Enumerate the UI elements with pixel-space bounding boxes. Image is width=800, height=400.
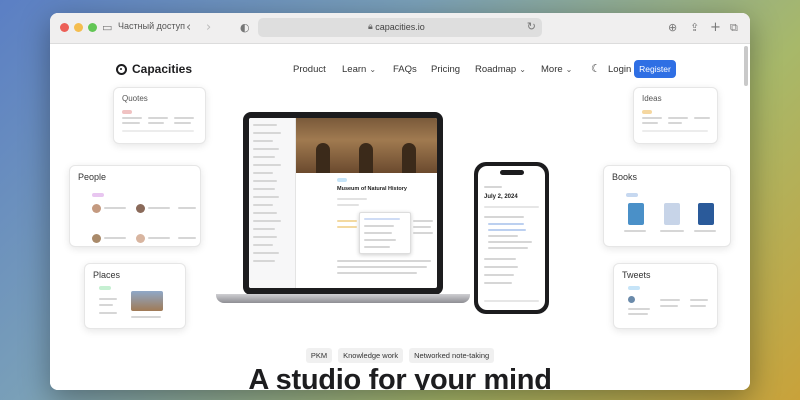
- mention-dropdown-preview: [359, 212, 411, 254]
- brand-logo[interactable]: Capacities: [116, 62, 192, 76]
- sidebar-icon[interactable]: ▭: [102, 19, 112, 37]
- nav-pricing[interactable]: Pricing: [431, 64, 460, 75]
- card-title: Quotes: [122, 94, 148, 103]
- dark-mode-moon-icon[interactable]: ☾: [591, 62, 601, 75]
- quotes-card: Quotes: [113, 87, 206, 144]
- laptop-app-screenshot: Museum of Natural History: [249, 118, 437, 288]
- close-window-button[interactable]: [60, 23, 69, 32]
- nav-product[interactable]: Product: [293, 64, 326, 75]
- laptop-mockup: Museum of Natural History: [243, 112, 443, 295]
- private-tab-label: Частный доступ: [118, 21, 185, 31]
- tag-networked-note-taking: Networked note-taking: [409, 348, 495, 363]
- brand-name: Capacities: [132, 62, 193, 76]
- address-bar[interactable]: 🔒︎ capacities.io ↻: [258, 18, 542, 37]
- register-button[interactable]: Register: [634, 60, 676, 78]
- chevron-down-icon: ⌄: [369, 65, 377, 74]
- nav-learn[interactable]: Learn ⌄: [342, 64, 376, 75]
- card-title: Books: [612, 172, 638, 182]
- card-title: People: [78, 172, 107, 182]
- people-card: People: [69, 165, 201, 247]
- nav-more[interactable]: More ⌄: [541, 64, 572, 75]
- privacy-shield-icon[interactable]: ◐: [240, 19, 250, 37]
- phone-app-screenshot: July 2, 2024: [478, 166, 545, 310]
- tabs-overview-icon[interactable]: ⧉: [730, 19, 738, 37]
- books-card: Books: [603, 165, 731, 247]
- tag-knowledge-work: Knowledge work: [338, 348, 404, 363]
- ideas-card: Ideas: [633, 87, 718, 144]
- phone-notch: [500, 170, 524, 175]
- maximize-window-button[interactable]: [88, 23, 97, 32]
- login-link[interactable]: Login: [608, 64, 631, 75]
- laptop-base: [216, 294, 470, 303]
- hero-headline: A studio for your mind: [248, 364, 552, 390]
- daily-note-date: July 2, 2024: [484, 194, 518, 200]
- reload-icon[interactable]: ↻: [527, 20, 536, 33]
- scrollbar[interactable]: [744, 46, 748, 86]
- nav-roadmap[interactable]: Roadmap ⌄: [475, 64, 526, 75]
- card-title: Places: [93, 270, 121, 280]
- chevron-down-icon: ⌄: [565, 65, 573, 74]
- new-tab-icon[interactable]: +: [710, 19, 721, 37]
- places-card: Places: [84, 263, 186, 329]
- forward-icon[interactable]: ›: [206, 19, 211, 37]
- card-title: Tweets: [622, 270, 651, 280]
- phone-mockup: July 2, 2024: [474, 162, 549, 314]
- share-icon[interactable]: ⇪: [690, 19, 699, 37]
- card-title: Ideas: [642, 94, 662, 103]
- minimize-window-button[interactable]: [74, 23, 83, 32]
- tweets-card: Tweets: [613, 263, 718, 329]
- nav-faqs[interactable]: FAQs: [393, 64, 417, 75]
- tag-pkm: PKM: [305, 348, 333, 363]
- museum-hero-image: [296, 118, 437, 173]
- app-sidebar-preview: [249, 118, 296, 288]
- chevron-down-icon: ⌄: [519, 65, 526, 74]
- museum-note-title: Museum of Natural History: [337, 186, 407, 192]
- url-text: capacities.io: [375, 22, 425, 32]
- browser-window: ▭ Частный доступ ‹ › ◐ 🔒︎ capacities.io …: [50, 13, 750, 390]
- back-icon[interactable]: ‹: [186, 19, 191, 37]
- capacities-logo-icon: [116, 63, 127, 75]
- web-page: Capacities Product Learn ⌄ FAQs Pricing R…: [50, 44, 750, 390]
- hero-tags: PKM Knowledge work Networked note-taking: [50, 348, 750, 363]
- browser-titlebar: ▭ Частный доступ ‹ › ◐ 🔒︎ capacities.io …: [50, 13, 750, 44]
- download-icon[interactable]: ⊕: [668, 19, 677, 37]
